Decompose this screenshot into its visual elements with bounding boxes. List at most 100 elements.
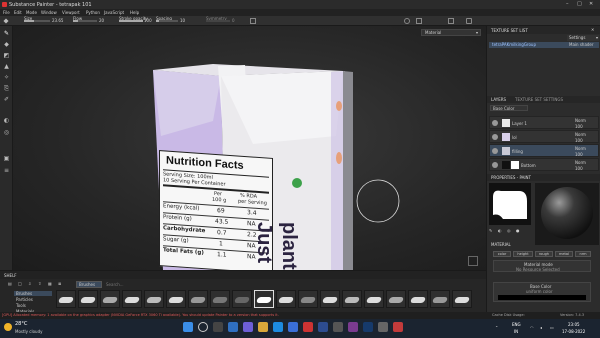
display-settings-icon[interactable] xyxy=(448,18,454,24)
clock-date[interactable]: 17-08-2022 xyxy=(562,329,585,334)
layer-opacity[interactable]: 100 xyxy=(575,124,583,129)
spacing-value[interactable]: 10 xyxy=(180,18,185,23)
app-icon-2[interactable] xyxy=(378,322,388,332)
screenshot-icon[interactable] xyxy=(416,18,422,24)
shelf-category[interactable]: Tools xyxy=(14,303,26,308)
folder-icon[interactable]: ▤ xyxy=(8,281,12,286)
brush-thumbnail[interactable] xyxy=(408,290,428,308)
menu-mode[interactable]: Mode xyxy=(26,10,37,15)
channel-chip-metal[interactable]: metal xyxy=(555,251,573,257)
size-value[interactable]: 23.65 xyxy=(52,18,63,23)
weather-temp[interactable]: 28°C xyxy=(15,321,27,327)
brush-thumbnail[interactable] xyxy=(122,290,142,308)
weather-icon[interactable] xyxy=(4,323,12,331)
spacing-slider[interactable] xyxy=(156,20,178,22)
brush-thumbnail[interactable] xyxy=(298,290,318,308)
widgets-icon[interactable] xyxy=(228,322,238,332)
brush-thumbnail[interactable] xyxy=(320,290,340,308)
alpha-icon[interactable]: ◐ xyxy=(498,228,502,233)
channel-chip-rough[interactable]: rough xyxy=(535,251,553,257)
close-button[interactable]: ✕ xyxy=(589,1,593,7)
new-icon[interactable]: □ xyxy=(18,281,22,286)
file-explorer-icon[interactable] xyxy=(258,322,268,332)
size-slider[interactable] xyxy=(24,20,50,22)
store-icon[interactable] xyxy=(288,322,298,332)
material-icon[interactable]: ● xyxy=(516,228,520,233)
tab-layers[interactable]: LAYERS xyxy=(491,97,506,102)
base-color-box[interactable]: Base Color uniform color xyxy=(493,282,591,302)
viewport-3d[interactable]: Material ▾ Nutrition Facts Serving Size:… xyxy=(13,26,486,270)
chrome-icon[interactable] xyxy=(303,322,313,332)
geometry-mask-icon[interactable]: ◐ xyxy=(3,118,10,124)
import-icon[interactable]: ⇩ xyxy=(28,281,31,286)
camera-icon[interactable] xyxy=(404,18,410,24)
eye-icon[interactable] xyxy=(492,148,498,154)
layer-row[interactable]: Layer 1 Norm 100 xyxy=(489,116,599,129)
polygon-fill-icon[interactable]: ▲ xyxy=(3,64,10,70)
bake-icon[interactable]: ◎ xyxy=(3,130,10,136)
brush-thumbnail[interactable] xyxy=(232,290,252,308)
shelf-category[interactable]: Brushes xyxy=(14,291,52,296)
viewer-settings-icon[interactable]: ▣ xyxy=(3,156,10,162)
minimize-button[interactable]: – xyxy=(566,1,569,7)
grid-view-icon[interactable]: ▦ xyxy=(48,281,52,286)
material-preview[interactable] xyxy=(535,183,599,245)
projection-icon[interactable]: ◩ xyxy=(3,53,10,59)
stroke-opacity-slider[interactable] xyxy=(119,20,143,22)
menu-window[interactable]: Window xyxy=(41,10,57,15)
brush-thumbnail[interactable] xyxy=(364,290,384,308)
render-icon[interactable] xyxy=(466,18,472,24)
battery-icon[interactable]: ▭ xyxy=(550,325,554,330)
start-icon[interactable] xyxy=(183,322,193,332)
menu-python[interactable]: Python xyxy=(86,10,100,15)
brushes-filter-tag[interactable]: Brushes xyxy=(76,281,102,288)
brush-thumbnail[interactable] xyxy=(166,290,186,308)
brush-thumbnail-selected[interactable] xyxy=(254,290,274,308)
tray-chevron-icon[interactable]: ⌃ xyxy=(495,325,498,330)
brush-thumbnail[interactable] xyxy=(100,290,120,308)
clone-icon[interactable]: ⎘ xyxy=(3,86,10,92)
brush-thumbnail[interactable] xyxy=(452,290,472,308)
paint-brush-icon[interactable]: ✎ xyxy=(3,31,10,37)
edge-icon[interactable] xyxy=(273,322,283,332)
export-icon[interactable]: ⇧ xyxy=(38,281,41,286)
clock-time[interactable]: 23:05 xyxy=(568,322,580,327)
menu-help[interactable]: Help xyxy=(130,10,139,15)
shelf-search-input[interactable]: Search... xyxy=(104,281,484,288)
texture-set-item[interactable]: tetraPAKmilkingGroup Main shader xyxy=(489,42,599,48)
layer-opacity[interactable]: 100 xyxy=(575,152,583,157)
stencil-icon[interactable]: ◎ xyxy=(507,228,511,233)
picker-icon[interactable]: ✐ xyxy=(3,97,10,103)
symmetry-slider[interactable] xyxy=(206,20,230,22)
volume-icon[interactable]: ◂ xyxy=(540,325,542,330)
symmetry-value[interactable]: 0 xyxy=(232,18,235,23)
brush-alpha-preview[interactable] xyxy=(489,183,531,225)
layer-row[interactable]: lol Norm 100 xyxy=(489,130,599,143)
app-icon[interactable] xyxy=(333,322,343,332)
smudge-icon[interactable]: ✧ xyxy=(3,75,10,81)
layer-blend[interactable]: Norm xyxy=(575,132,586,137)
brush-thumbnail[interactable] xyxy=(342,290,362,308)
layer-blend[interactable]: Norm xyxy=(575,160,586,165)
substance-painter-taskbar-icon[interactable] xyxy=(393,322,403,332)
eraser-icon[interactable]: ◆ xyxy=(3,42,10,48)
search-icon[interactable] xyxy=(198,322,208,332)
layer-opacity[interactable]: 100 xyxy=(575,166,583,171)
shelf-category[interactable]: Particles xyxy=(14,297,33,302)
maximize-button[interactable]: □ xyxy=(577,1,582,7)
photoshop-icon[interactable] xyxy=(363,322,373,332)
channel-chip-color[interactable]: color xyxy=(493,251,511,257)
log-icon[interactable]: ≡ xyxy=(3,168,10,174)
language-in[interactable]: IN xyxy=(514,329,518,334)
menu-javascript[interactable]: JavaScript xyxy=(104,10,124,15)
menu-file[interactable]: File xyxy=(3,10,10,15)
channel-chip-nrm[interactable]: nrm xyxy=(575,251,591,257)
eye-icon[interactable] xyxy=(492,120,498,126)
weather-desc[interactable]: Mostly cloudy xyxy=(15,329,43,334)
flow-slider[interactable] xyxy=(73,20,97,22)
menu-edit[interactable]: Edit xyxy=(14,10,22,15)
layer-opacity[interactable]: 100 xyxy=(575,138,583,143)
tab-texture-set-settings[interactable]: TEXTURE SET SETTINGS xyxy=(515,97,563,102)
brush-thumbnail[interactable] xyxy=(386,290,406,308)
layer-blend[interactable]: Norm xyxy=(575,146,586,151)
